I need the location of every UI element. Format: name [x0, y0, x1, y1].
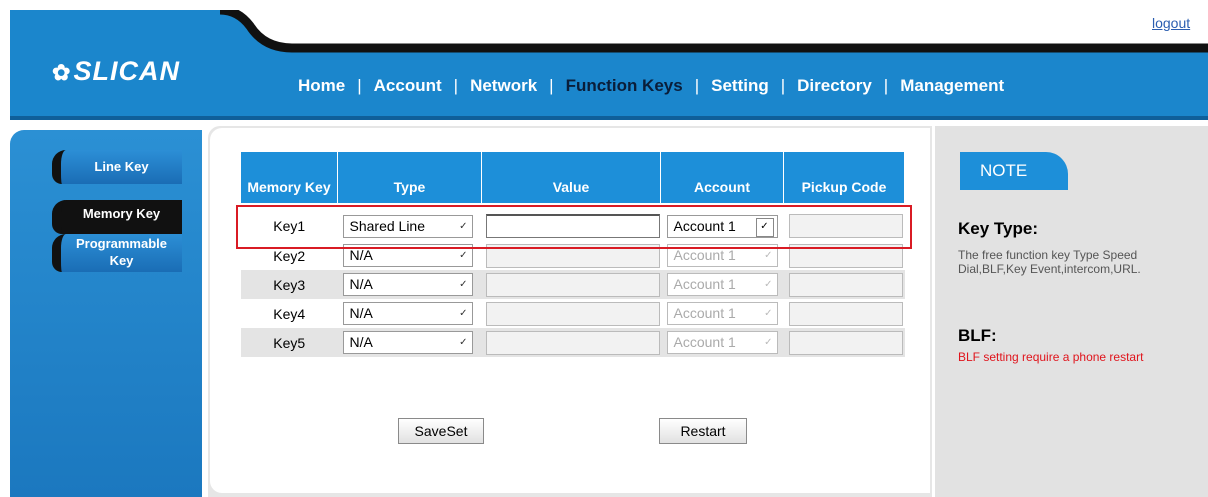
value-input[interactable]: [485, 272, 660, 297]
nav-separator: |: [694, 76, 700, 95]
main-nav: Home | Account | Network | Function Keys | Setti…: [298, 76, 1004, 96]
table-row: Key5 N/A ✓ Account 1 ✓: [241, 328, 905, 357]
note-text-key-type: The free function key Type Speed Dial,BL…: [958, 248, 1141, 276]
key1-highlight-box: [236, 205, 912, 249]
nav-home[interactable]: Home: [298, 76, 345, 95]
nav-separator: |: [357, 76, 362, 95]
note-text-blf: BLF setting require a phone restart: [958, 350, 1144, 364]
column-header-value: Value: [481, 152, 661, 203]
key-name: Key3: [241, 270, 338, 299]
column-header-type: Type: [337, 152, 482, 203]
account-select-value: Account 1: [673, 247, 736, 263]
nav-network[interactable]: Network: [470, 76, 537, 95]
slican-logo: ✿SLICAN: [52, 56, 180, 87]
note-heading-key-type: Key Type:: [958, 219, 1038, 238]
nav-directory[interactable]: Directory: [797, 76, 872, 95]
restart-button[interactable]: Restart: [659, 418, 747, 444]
table-row: Key4 N/A ✓ Account 1 ✓: [241, 299, 905, 328]
type-select[interactable]: N/A ✓: [342, 273, 473, 296]
nav-setting[interactable]: Setting: [711, 76, 769, 95]
column-header-account: Account: [660, 152, 784, 203]
nav-separator: |: [549, 76, 554, 95]
pickup-code-input[interactable]: [788, 330, 903, 355]
sidebar-item-label: Programmable: [75, 236, 168, 251]
account-select-value: Account 1: [673, 276, 736, 292]
sidebar-item-label: Key: [109, 253, 134, 268]
chevron-down-icon: ✓: [459, 308, 468, 319]
sidebar-item-memory-key[interactable]: Memory Key: [52, 200, 182, 234]
account-select[interactable]: Account 1 ✓: [666, 273, 778, 296]
chevron-down-icon: ✓: [459, 279, 468, 290]
header-banner: [10, 10, 1208, 120]
sidebar-item-line-key[interactable]: Line Key: [52, 150, 182, 184]
type-select-value: N/A: [349, 247, 373, 263]
key-name: Key4: [241, 299, 338, 328]
account-select-value: Account 1: [673, 305, 736, 321]
logo-text: SLICAN: [73, 56, 180, 86]
account-select[interactable]: Account 1 ✓: [666, 331, 778, 354]
note-tab: NOTE: [960, 152, 1068, 190]
chevron-down-icon: ✓: [764, 337, 773, 348]
type-select-value: N/A: [349, 305, 373, 321]
key-name: Key5: [241, 328, 338, 357]
account-select-value: Account 1: [673, 334, 736, 350]
pickup-code-input[interactable]: [788, 301, 903, 326]
note-heading-blf: BLF:: [958, 326, 997, 345]
type-select[interactable]: N/A ✓: [342, 331, 473, 354]
value-input[interactable]: [485, 330, 660, 355]
memory-key-table: Memory Key Type Value Account Pickup Cod…: [241, 152, 905, 357]
type-select-value: N/A: [349, 334, 373, 350]
chevron-down-icon: ✓: [764, 279, 773, 290]
column-header-pickup-code: Pickup Code: [783, 152, 905, 203]
nav-function-keys[interactable]: Function Keys: [566, 76, 683, 95]
logout-link[interactable]: logout: [1152, 15, 1190, 31]
chevron-down-icon: ✓: [459, 337, 468, 348]
nav-separator: |: [883, 76, 889, 95]
column-header-memory-key: Memory Key: [241, 152, 338, 203]
chevron-down-icon: ✓: [764, 308, 773, 319]
logo-mark-icon: ✿: [52, 60, 72, 85]
sidebar-item-programmable-key[interactable]: Programmable Key: [52, 234, 182, 272]
left-sidebar: [10, 130, 202, 497]
value-input[interactable]: [485, 301, 660, 326]
top-strip: [0, 0, 1208, 10]
pickup-code-input[interactable]: [788, 272, 903, 297]
nav-separator: |: [453, 76, 459, 95]
type-select[interactable]: N/A ✓: [342, 302, 473, 325]
nav-management[interactable]: Management: [900, 76, 1004, 95]
table-row: Key3 N/A ✓ Account 1 ✓: [241, 270, 905, 299]
account-select[interactable]: Account 1 ✓: [666, 302, 778, 325]
nav-separator: |: [780, 76, 786, 95]
nav-account[interactable]: Account: [374, 76, 442, 95]
saveset-button[interactable]: SaveSet: [398, 418, 484, 444]
type-select-value: N/A: [349, 276, 373, 292]
